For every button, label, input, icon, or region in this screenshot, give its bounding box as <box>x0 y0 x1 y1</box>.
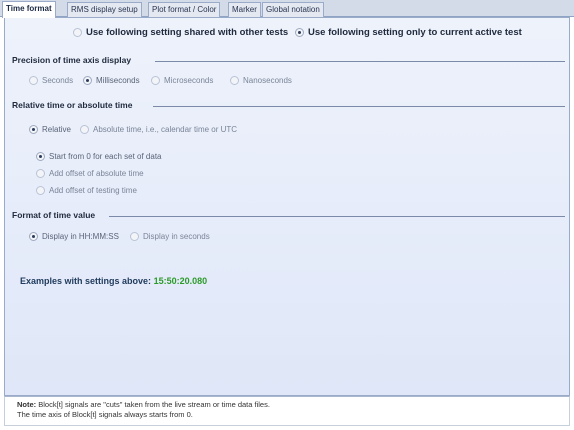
tab-strip: Time format RMS display setup Plot forma… <box>0 0 574 18</box>
offset-absolute-time-option[interactable]: Add offset of absolute time <box>36 167 144 179</box>
display-seconds-option[interactable]: Display in seconds <box>130 230 210 242</box>
note-line-1: Note: Block[t] signals are "cuts" taken … <box>17 400 557 410</box>
precision-microseconds-label: Microseconds <box>164 75 214 85</box>
offset-testing-time-option[interactable]: Add offset of testing time <box>36 184 137 196</box>
section-divider <box>109 216 565 217</box>
precision-nanoseconds-label: Nanoseconds <box>243 75 292 85</box>
scope-shared-label: Use following setting shared with other … <box>86 26 289 38</box>
note-line-2: The time axis of Block[t] signals always… <box>17 410 193 419</box>
tab-plot-format-color[interactable]: Plot format / Color <box>148 2 221 17</box>
display-hhmmss-label: Display in HH:MM:SS <box>42 231 119 241</box>
precision-seconds-option[interactable]: Seconds <box>29 74 73 86</box>
radio-button-selected[interactable] <box>83 75 92 85</box>
radio-button[interactable] <box>230 75 239 85</box>
display-seconds-label: Display in seconds <box>143 231 210 241</box>
start-from-zero-label: Start from 0 for each set of data <box>49 151 162 161</box>
radio-button[interactable] <box>151 75 160 85</box>
section-divider <box>155 61 565 62</box>
note-box: Note: Block[t] signals are "cuts" taken … <box>4 396 570 426</box>
precision-milliseconds-option[interactable]: Milliseconds <box>83 74 140 86</box>
precision-seconds-label: Seconds <box>42 75 74 85</box>
note-line-1-text: Block[t] signals are "cuts" taken from t… <box>38 400 270 409</box>
scope-current-label: Use following setting only to current ac… <box>308 26 522 38</box>
offset-testing-time-label: Add offset of testing time <box>49 185 137 195</box>
start-from-zero-option[interactable]: Start from 0 for each set of data <box>36 150 162 162</box>
scope-current-option[interactable]: Use following setting only to current ac… <box>295 24 522 40</box>
relative-section-title: Relative time or absolute time <box>12 100 133 110</box>
tab-time-format[interactable]: Time format <box>2 1 56 18</box>
tab-marker[interactable]: Marker <box>228 2 261 17</box>
time-format-panel: Use following setting shared with other … <box>4 17 570 396</box>
absolute-time-label: Absolute time, i.e., calendar time or UT… <box>93 124 238 134</box>
radio-button-selected[interactable] <box>29 124 38 134</box>
precision-section-title: Precision of time axis display <box>12 55 132 65</box>
radio-button-selected[interactable] <box>29 231 38 241</box>
examples-value: 15:50:20.080 <box>153 276 208 286</box>
examples-readout: Examples with settings above: 15:50:20.0… <box>20 276 207 286</box>
relative-option[interactable]: Relative <box>29 123 71 135</box>
tab-rms-display-setup[interactable]: RMS display setup <box>67 2 142 17</box>
radio-button-selected[interactable] <box>295 27 304 37</box>
radio-button-selected[interactable] <box>36 151 45 161</box>
radio-button[interactable] <box>130 231 139 241</box>
note-bold-label: Note: <box>17 400 37 409</box>
radio-button[interactable] <box>36 168 45 178</box>
relative-label: Relative <box>42 124 71 134</box>
format-section-title: Format of time value <box>12 210 96 220</box>
tab-global-notation[interactable]: Global notation <box>262 2 324 17</box>
scope-shared-option[interactable]: Use following setting shared with other … <box>73 24 288 40</box>
precision-milliseconds-label: Milliseconds <box>96 75 140 85</box>
examples-label: Examples with settings above: <box>20 276 152 286</box>
display-hhmmss-option[interactable]: Display in HH:MM:SS <box>29 230 119 242</box>
radio-button[interactable] <box>80 124 89 134</box>
radio-button[interactable] <box>73 27 82 37</box>
offset-absolute-time-label: Add offset of absolute time <box>49 168 144 178</box>
precision-microseconds-option[interactable]: Microseconds <box>151 74 213 86</box>
radio-button[interactable] <box>36 185 45 195</box>
radio-button[interactable] <box>29 75 38 85</box>
absolute-time-option[interactable]: Absolute time, i.e., calendar time or UT… <box>80 123 237 135</box>
precision-nanoseconds-option[interactable]: Nanoseconds <box>230 74 292 86</box>
section-divider <box>153 106 565 107</box>
